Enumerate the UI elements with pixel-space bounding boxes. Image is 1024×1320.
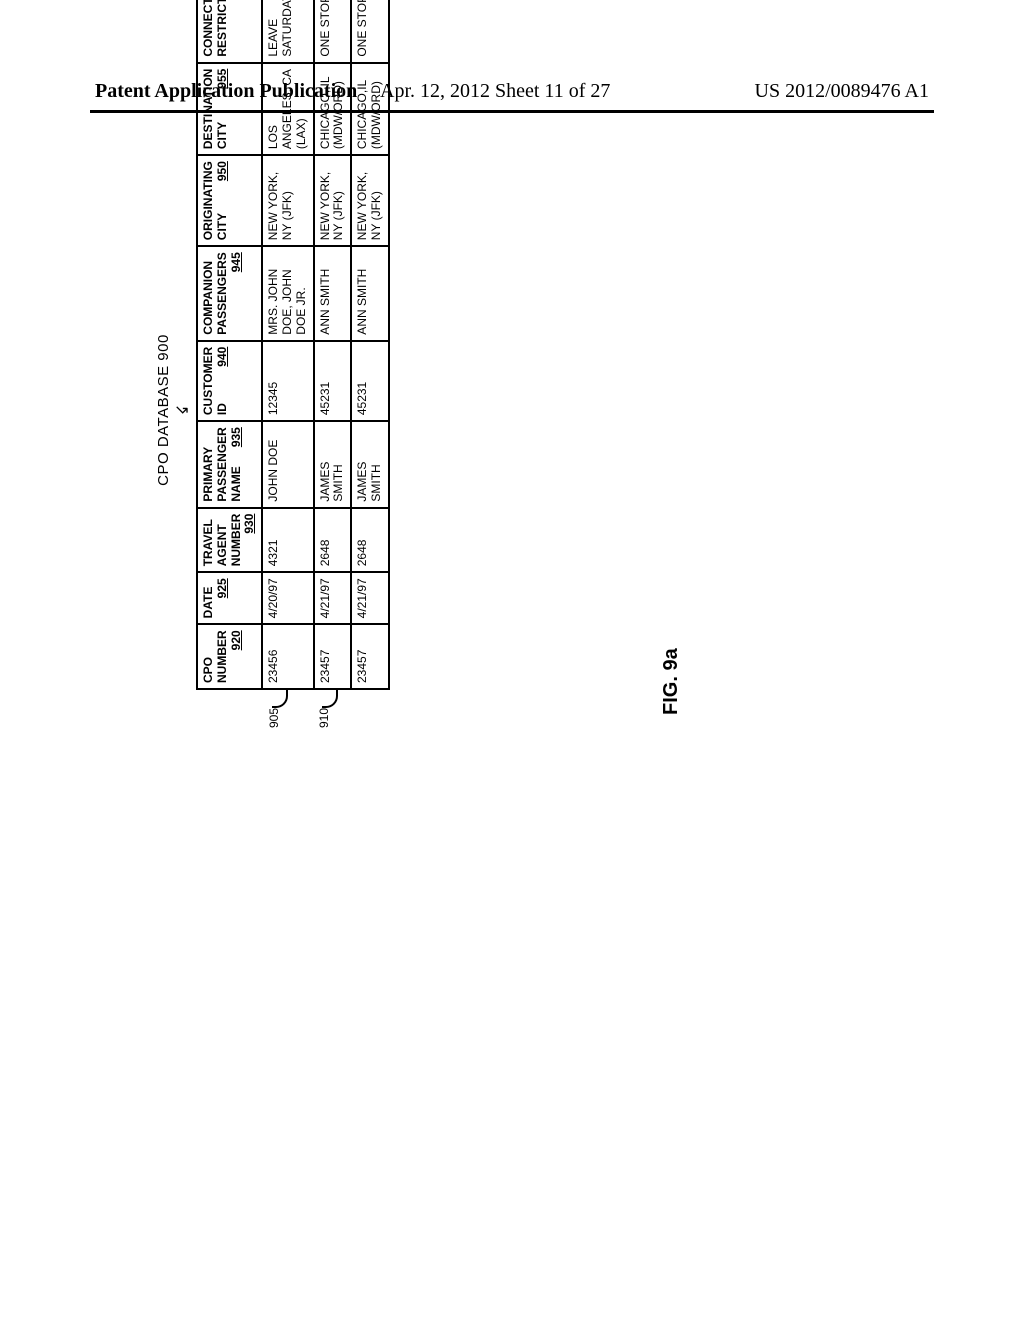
col-ref: 950	[216, 161, 230, 185]
cell-dest: LOSANGELES, CA(LAX)	[262, 63, 313, 155]
callout-hook-icon	[272, 690, 288, 708]
cell-name: JAMESSMITH	[351, 421, 389, 507]
cell-dest: CHICAGO, IL(MDW/ORD)	[314, 63, 352, 155]
cell-agent: 4321	[262, 508, 313, 573]
col-header-cpo: CPONUMBER920	[197, 624, 262, 689]
cell-cpo: 23457	[351, 624, 389, 689]
col-header-comp: COMPANIONPASSENGERS945	[197, 246, 262, 340]
table-row: 23457 4/21/97 2648 JAMESSMITH 45231 ANN …	[314, 0, 352, 689]
cell-orig: NEW YORK,NY (JFK)	[262, 155, 313, 246]
cell-cust: 45231	[351, 341, 389, 421]
col-ref: 920	[230, 630, 244, 654]
patent-sheet-page: Patent Application Publication Apr. 12, …	[0, 0, 1024, 1320]
cell-orig: NEW YORK,NY (JFK)	[351, 155, 389, 246]
database-title: CPO DATABASE 900	[155, 130, 172, 690]
curved-arrow-icon: ↳	[174, 400, 193, 419]
table-row: 23456 4/20/97 4321 JOHN DOE 12345 MRS. J…	[262, 0, 313, 689]
col-ref: 925	[216, 578, 230, 602]
col-ref: 955	[216, 69, 230, 93]
cell-date: 4/21/97	[351, 572, 389, 624]
cell-conn: ONE STOP	[314, 0, 352, 63]
header-right: US 2012/0089476 A1	[755, 80, 929, 103]
cell-cust: 12345	[262, 341, 313, 421]
cell-agent: 2648	[351, 508, 389, 573]
table-header-row: CPONUMBER920 DATE925 TRAVELAGENTNUMBER93…	[197, 0, 262, 689]
col-header-dest: DESTINATIONCITY955	[197, 63, 262, 155]
cell-conn: ONE STOP	[351, 0, 389, 63]
cell-cust: 45231	[314, 341, 352, 421]
cell-comp: MRS. JOHNDOE, JOHNDOE JR.	[262, 246, 313, 340]
col-header-conn: CONNECTIONRESTRICTIONS960	[197, 0, 262, 63]
col-ref: 945	[230, 252, 244, 276]
col-ref: 935	[230, 427, 244, 451]
header-middle: Apr. 12, 2012 Sheet 11 of 27	[380, 80, 610, 103]
col-header-date: DATE925	[197, 572, 262, 624]
cell-date: 4/20/97	[262, 572, 313, 624]
col-label: COMPANIONPASSENGERS	[201, 252, 229, 334]
cell-comp: ANN SMITH	[314, 246, 352, 340]
row-ref-label: 905	[267, 708, 281, 728]
cell-cpo: 23456	[262, 624, 313, 689]
col-label: CONNECTIONRESTRICTIONS	[201, 0, 229, 57]
row-ref-label: 910	[317, 708, 331, 728]
cell-name: JAMESSMITH	[314, 421, 352, 507]
col-header-name: PRIMARYPASSENGERNAME935	[197, 421, 262, 507]
col-header-agent: TRAVELAGENTNUMBER930	[197, 508, 262, 573]
row-callouts: 905 910	[196, 690, 390, 726]
col-header-cust: CUSTOMERID940	[197, 341, 262, 421]
col-ref: 930	[243, 514, 257, 538]
cell-conn: LEAVESATURDAY	[262, 0, 313, 63]
cpo-database-table: CPONUMBER920 DATE925 TRAVELAGENTNUMBER93…	[196, 0, 390, 690]
callout-hook-icon	[322, 690, 338, 708]
col-header-orig: ORIGINATINGCITY950	[197, 155, 262, 246]
figure-caption: FIG. 9a	[660, 648, 683, 715]
table-with-callouts: 905 910 CPONUMBER920 DATE925 T	[196, 130, 390, 690]
cell-comp: ANN SMITH	[351, 246, 389, 340]
cell-dest: CHICAGO,IL(MDW/ORD)	[351, 63, 389, 155]
col-label: DATE	[201, 587, 215, 619]
cell-orig: NEW YORK,NY (JFK)	[314, 155, 352, 246]
col-label: CPONUMBER	[201, 630, 229, 683]
cell-date: 4/21/97	[314, 572, 352, 624]
col-label: TRAVELAGENTNUMBER	[201, 514, 243, 567]
figure-rotated-block: CPO DATABASE 900 ↳ 905 910	[155, 130, 390, 690]
title-arrow-row: ↳	[178, 130, 196, 690]
table-row: 23457 4/21/97 2648 JAMESSMITH 45231 ANN …	[351, 0, 389, 689]
cell-agent: 2648	[314, 508, 352, 573]
cell-name: JOHN DOE	[262, 421, 313, 507]
col-ref: 940	[216, 347, 230, 371]
cell-cpo: 23457	[314, 624, 352, 689]
